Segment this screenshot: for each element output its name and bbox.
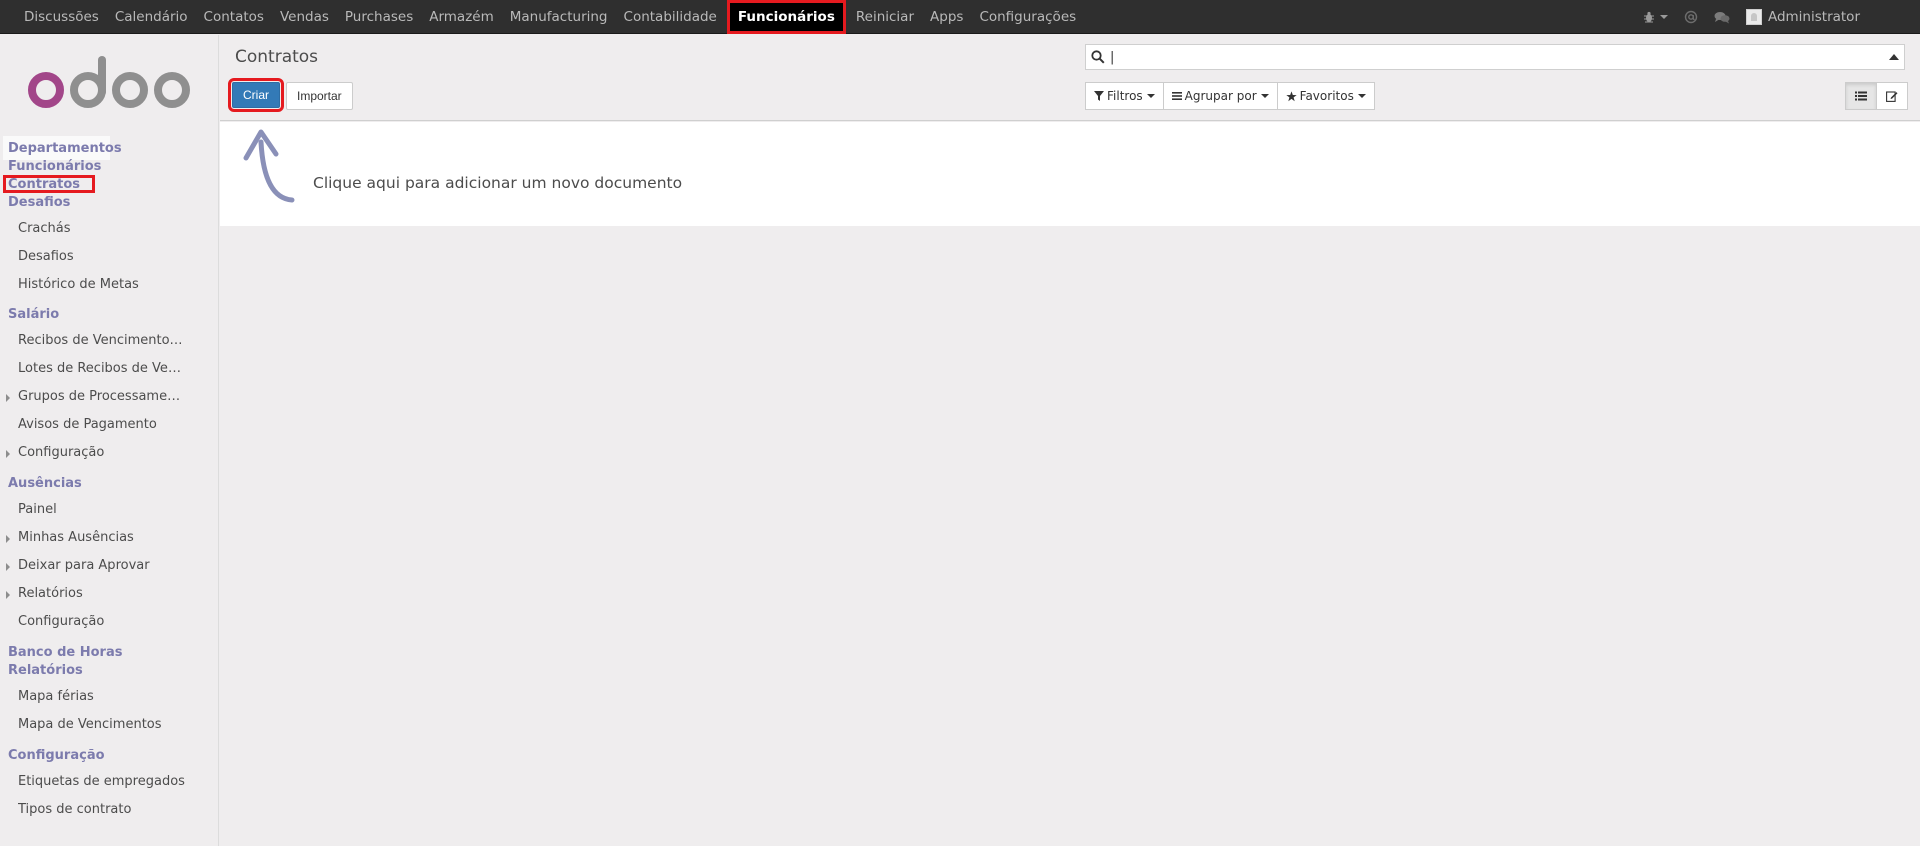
menu-discussoes[interactable]: Discussões [16, 0, 107, 34]
sidebar: Departamentos Funcionários Contratos Des… [0, 35, 219, 846]
sidebar-item-salario-configuracao[interactable]: Configuração [18, 445, 104, 460]
menu-reiniciar[interactable]: Reiniciar [848, 0, 922, 34]
sidebar-relatorios-header[interactable]: Relatórios [8, 663, 83, 678]
sidebar-departamentos[interactable]: Departamentos [8, 141, 122, 156]
menu-armazem[interactable]: Armazém [421, 0, 502, 34]
odoo-logo[interactable] [24, 53, 194, 123]
sidebar-banco-horas[interactable]: Banco de Horas [8, 645, 122, 660]
expand-icon [6, 563, 10, 571]
groupby-dropdown[interactable]: Agrupar por [1162, 82, 1278, 110]
filters-label: Filtros [1107, 89, 1143, 103]
sidebar-salario-header[interactable]: Salário [8, 307, 59, 322]
chevron-down-icon [1260, 94, 1269, 98]
sidebar-item-deixar-aprovar[interactable]: Deixar para Aprovar [18, 558, 150, 573]
menu-contabilidade[interactable]: Contabilidade [616, 0, 725, 34]
sidebar-desafios-header[interactable]: Desafios [8, 195, 70, 210]
avatar [1745, 9, 1762, 25]
edit-icon [1886, 91, 1898, 102]
star-icon [1285, 90, 1297, 101]
search-input[interactable] [1110, 46, 1884, 68]
sidebar-ausencias-header[interactable]: Ausências [8, 476, 82, 491]
debug-menu[interactable] [1635, 11, 1676, 23]
sidebar-item-crachas[interactable]: Crachás [18, 221, 71, 236]
expand-icon [6, 450, 10, 458]
search-bar [1085, 44, 1905, 70]
mentions-button[interactable] [1676, 10, 1706, 24]
import-button[interactable]: Importar [286, 82, 353, 110]
sidebar-item-tipos-contrato[interactable]: Tipos de contrato [18, 802, 131, 817]
menu-purchases[interactable]: Purchases [337, 0, 421, 34]
search-icon [1086, 45, 1110, 69]
favorites-dropdown[interactable]: Favoritos [1276, 82, 1375, 110]
view-switcher [1845, 82, 1908, 110]
filters-dropdown[interactable]: Filtros [1085, 82, 1164, 110]
no-content-helper: Clique aqui para adicionar um novo docum… [220, 122, 1920, 226]
create-button[interactable]: Criar [228, 78, 284, 112]
expand-icon [6, 535, 10, 543]
create-hint-text[interactable]: Clique aqui para adicionar um novo docum… [313, 174, 682, 192]
sidebar-funcionarios[interactable]: Funcionários [8, 159, 101, 174]
sidebar-item-painel[interactable]: Painel [18, 502, 57, 517]
top-navbar: Discussões Calendário Contatos Vendas Pu… [0, 0, 1920, 34]
sidebar-item-desafios[interactable]: Desafios [18, 249, 74, 264]
sidebar-item-recibos[interactable]: Recibos de Vencimento d... [18, 333, 186, 348]
control-panel: Contratos Criar Importar Filtros Agrupar… [220, 35, 1920, 121]
sidebar-item-etiquetas-empregados[interactable]: Etiquetas de empregados [18, 774, 185, 789]
main-menu: Discussões Calendário Contatos Vendas Pu… [16, 0, 1084, 34]
sidebar-contratos[interactable]: Contratos [8, 177, 80, 192]
search-options-toggle[interactable] [1884, 54, 1904, 60]
sidebar-item-relatorios[interactable]: Relatórios [18, 586, 83, 601]
menu-contatos[interactable]: Contatos [196, 0, 272, 34]
menu-calendario[interactable]: Calendário [107, 0, 196, 34]
sidebar-item-mapa-vencimentos[interactable]: Mapa de Vencimentos [18, 717, 162, 732]
list-icon [1855, 91, 1867, 101]
list-view-button[interactable] [1845, 82, 1877, 110]
arrow-up-icon [243, 129, 295, 203]
chevron-down-icon [1146, 94, 1155, 98]
sidebar-item-lotes-recibos[interactable]: Lotes de Recibos de Venci... [18, 361, 186, 376]
user-name: Administrator [1767, 9, 1860, 25]
menu-funcionarios[interactable]: Funcionários [726, 0, 846, 34]
sidebar-item-ausencias-configuracao[interactable]: Configuração [18, 614, 104, 629]
expand-icon [6, 591, 10, 599]
messaging-button[interactable] [1706, 11, 1738, 24]
filter-icon [1094, 91, 1104, 101]
systray: Administrator [1635, 0, 1920, 34]
chat-icon [1714, 11, 1730, 23]
user-menu[interactable]: Administrator [1738, 9, 1868, 25]
menu-apps[interactable]: Apps [922, 0, 971, 34]
sidebar-item-mapa-ferias[interactable]: Mapa férias [18, 689, 94, 704]
form-view-button[interactable] [1876, 82, 1908, 110]
chevron-down-icon [1357, 94, 1366, 98]
menu-configuracoes[interactable]: Configurações [971, 0, 1084, 34]
favorites-label: Favoritos [1299, 89, 1354, 103]
expand-icon [6, 394, 10, 402]
menu-manufacturing[interactable]: Manufacturing [502, 0, 616, 34]
sidebar-item-minhas-ausencias[interactable]: Minhas Ausências [18, 530, 134, 545]
sidebar-item-grupos-processamento[interactable]: Grupos de Processamento [18, 389, 186, 404]
list-bars-icon [1171, 92, 1182, 100]
groupby-label: Agrupar por [1184, 89, 1257, 103]
bug-icon [1643, 11, 1654, 23]
chevron-down-icon [1659, 15, 1668, 19]
caret-up-icon [1889, 54, 1899, 60]
sidebar-configuracao-header[interactable]: Configuração [8, 748, 105, 763]
page-title: Contratos [235, 47, 319, 67]
sidebar-item-avisos-pagamento[interactable]: Avisos de Pagamento [18, 417, 157, 432]
search-options: Filtros Agrupar por Favoritos [1085, 82, 1375, 110]
at-icon [1684, 10, 1698, 24]
menu-vendas[interactable]: Vendas [272, 0, 337, 34]
sidebar-item-historico-metas[interactable]: Histórico de Metas [18, 277, 139, 292]
